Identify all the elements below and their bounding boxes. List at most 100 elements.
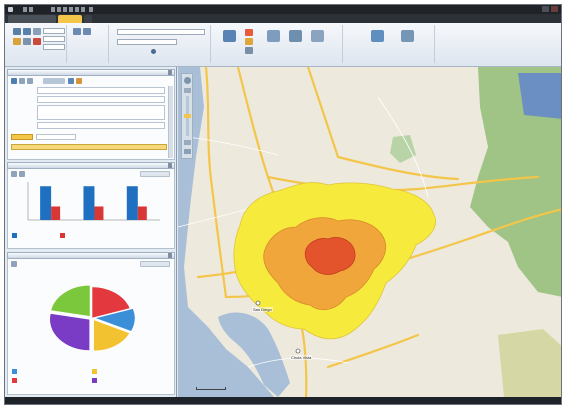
layers-icon[interactable]: [267, 30, 280, 42]
back-icon[interactable]: [13, 28, 21, 35]
address-field[interactable]: [117, 29, 205, 35]
pan-icon[interactable]: [73, 28, 81, 35]
field-value[interactable]: [37, 122, 165, 129]
forward-icon[interactable]: [29, 7, 33, 12]
chart-options-icon[interactable]: [11, 171, 17, 177]
legend-item: [60, 233, 67, 238]
chart-type-icon[interactable]: [19, 171, 25, 177]
side-panel: [5, 67, 177, 397]
edit-icon[interactable]: [23, 38, 31, 45]
tab-map[interactable]: [58, 15, 82, 23]
pie-slice: [50, 284, 91, 317]
select-icon[interactable]: [289, 30, 302, 42]
lake: [518, 73, 561, 119]
app-menu-icon[interactable]: [8, 7, 13, 12]
filter-icon[interactable]: [76, 78, 82, 84]
record-section-body: [7, 76, 175, 160]
pie-slice: [49, 313, 90, 351]
legend-swatch: [12, 378, 17, 383]
add-icon[interactable]: [11, 78, 17, 84]
scrollbar[interactable]: [168, 86, 173, 158]
legend-swatch: [12, 233, 17, 238]
territory-icon[interactable]: [311, 30, 324, 42]
record-section-header[interactable]: [7, 69, 175, 76]
ribbon-group-view: [69, 25, 109, 63]
minimize-button[interactable]: [542, 6, 549, 12]
edit-icon[interactable]: [19, 78, 25, 84]
save-icon[interactable]: [51, 7, 55, 12]
category-tag[interactable]: [11, 134, 33, 140]
legend-item: [12, 378, 19, 383]
bar: [40, 186, 52, 220]
legend-item: [92, 369, 99, 374]
delete-icon[interactable]: [33, 38, 41, 45]
selected-record-bar[interactable]: [11, 144, 167, 150]
chart-view-selector[interactable]: [140, 261, 170, 267]
back-icon[interactable]: [23, 7, 27, 12]
close-button[interactable]: [551, 6, 558, 12]
form-row: [11, 87, 171, 95]
form-row: [11, 122, 171, 130]
copy-icon[interactable]: [27, 78, 33, 84]
new-tab-button[interactable]: [84, 15, 92, 23]
report-icon[interactable]: [401, 30, 414, 42]
map-canvas[interactable]: [178, 67, 562, 397]
map-icon[interactable]: [223, 30, 236, 42]
chart-section-header[interactable]: [7, 162, 175, 169]
scale-bar: [196, 387, 226, 390]
pie-chart: [49, 284, 136, 352]
map-view[interactable]: San Diego Chula Vista: [178, 67, 562, 397]
analysis-icon[interactable]: [371, 30, 384, 42]
zoom-icon[interactable]: [83, 28, 91, 35]
forward-icon[interactable]: [23, 28, 31, 35]
scale-field[interactable]: [43, 44, 65, 50]
help-icon[interactable]: [81, 7, 85, 12]
undo-icon[interactable]: [63, 7, 67, 12]
legend-swatch: [60, 233, 65, 238]
legend-item: [92, 378, 99, 383]
layers-icon[interactable]: [184, 149, 191, 154]
folder-icon[interactable]: [13, 38, 21, 45]
collapse-icon[interactable]: [168, 253, 172, 258]
tab-document[interactable]: [8, 15, 56, 23]
pin-icon[interactable]: [245, 38, 253, 45]
flag-icon[interactable]: [245, 29, 253, 36]
route-icon[interactable]: [245, 47, 253, 54]
search-icon[interactable]: [151, 49, 156, 54]
zoom-field[interactable]: [43, 28, 65, 34]
category-field[interactable]: [36, 134, 76, 140]
city-marker: [295, 348, 301, 354]
print-icon[interactable]: [57, 7, 61, 12]
form-row: [11, 96, 171, 104]
zoom-out-icon[interactable]: [184, 140, 191, 145]
pie-section-header[interactable]: [7, 252, 175, 259]
chart-view-selector[interactable]: [140, 171, 170, 177]
chart-options-icon[interactable]: [11, 261, 17, 267]
pin-icon[interactable]: [89, 7, 93, 12]
field-value[interactable]: [37, 87, 165, 94]
settings-icon[interactable]: [75, 7, 79, 12]
map-label-san-diego: San Diego: [252, 307, 273, 312]
document-tabs: [5, 14, 561, 23]
map-label-chula-vista: Chula Vista: [290, 355, 313, 360]
view-selector[interactable]: [43, 78, 65, 84]
bar: [83, 186, 95, 220]
search-input[interactable]: [117, 39, 177, 45]
redo-icon[interactable]: [69, 7, 73, 12]
collapse-icon[interactable]: [168, 163, 172, 168]
park-area: [498, 329, 561, 397]
zoom-slider-thumb[interactable]: [184, 114, 191, 118]
ribbon-group-search: [111, 25, 211, 63]
collapse-icon[interactable]: [168, 70, 172, 75]
pan-control-icon[interactable]: [184, 77, 191, 84]
home-icon[interactable]: [33, 28, 41, 35]
field-value[interactable]: [37, 96, 165, 103]
field-value[interactable]: [37, 105, 165, 120]
layer-field[interactable]: [43, 36, 65, 42]
bar: [94, 206, 104, 220]
status-bar: [5, 397, 561, 404]
refresh-icon[interactable]: [68, 78, 74, 84]
ribbon-group-analysis: [345, 25, 435, 63]
map-nav-toolbar: [181, 73, 193, 159]
zoom-in-icon[interactable]: [184, 88, 191, 93]
